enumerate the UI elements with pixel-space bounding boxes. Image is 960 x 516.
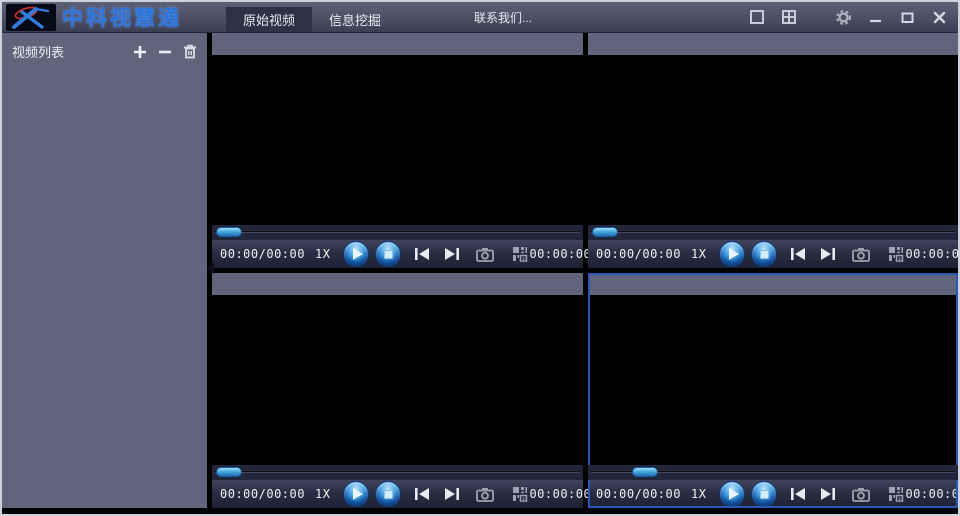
contact-us-link[interactable]: 联系我们... bbox=[474, 9, 532, 26]
close-icon[interactable] bbox=[931, 9, 948, 26]
play-button[interactable] bbox=[343, 241, 370, 267]
panel-title-bar bbox=[212, 273, 583, 295]
video-panel-1[interactable]: 00:00/00:00 1X 00:00:00 bbox=[212, 33, 591, 268]
position-time: 00:00/00:00 bbox=[596, 247, 681, 261]
clip-capture-icon[interactable] bbox=[511, 246, 529, 262]
seek-thumb[interactable] bbox=[216, 227, 242, 237]
maximize-icon[interactable] bbox=[899, 9, 916, 26]
panel-title-bar bbox=[212, 33, 583, 55]
speed-label: 1X bbox=[314, 247, 331, 261]
video-list-title: 视频列表 bbox=[12, 45, 65, 60]
video-list-actions bbox=[133, 44, 197, 59]
skip-back-button[interactable] bbox=[413, 486, 431, 502]
play-icon bbox=[728, 248, 739, 260]
position-time: 00:00/00:00 bbox=[220, 487, 305, 501]
video-display[interactable] bbox=[588, 295, 958, 465]
video-grid: 00:00/00:00 1X 00:00:00 00:00/00:00 1X 0… bbox=[212, 33, 958, 514]
play-icon bbox=[352, 488, 363, 500]
video-display[interactable] bbox=[212, 55, 583, 225]
speed-label: 1X bbox=[690, 487, 707, 501]
stop-button[interactable] bbox=[375, 241, 402, 267]
playback-controls: 00:00/00:00 1X 00: bbox=[212, 480, 591, 508]
settings-gear-icon[interactable] bbox=[835, 9, 852, 26]
video-panel-4[interactable]: 00:00/00:00 1X 00:00:0 bbox=[588, 273, 958, 508]
remove-video-icon[interactable] bbox=[158, 45, 172, 59]
title-bar: 中科视慧通 原始视频 信息挖掘 联系我们... bbox=[2, 2, 958, 33]
play-button[interactable] bbox=[343, 481, 370, 507]
clip-capture-icon[interactable] bbox=[887, 486, 905, 502]
video-display[interactable] bbox=[588, 55, 958, 225]
skip-forward-button[interactable] bbox=[443, 246, 461, 262]
app-logo-icon bbox=[6, 3, 56, 31]
tab-original-video[interactable]: 原始视频 bbox=[226, 7, 313, 32]
window-controls bbox=[748, 9, 948, 26]
play-button[interactable] bbox=[719, 481, 746, 507]
main-area: 视频列表 00:00/00:00 1X 00:00:00 00:00/00:00… bbox=[2, 33, 958, 514]
seek-bar[interactable] bbox=[212, 465, 583, 480]
stop-icon bbox=[759, 249, 769, 259]
stop-button[interactable] bbox=[375, 481, 402, 507]
minimize-icon[interactable] bbox=[867, 9, 884, 26]
video-panel-3[interactable]: 00:00/00:00 1X 00:00:00 bbox=[212, 273, 591, 508]
seek-thumb[interactable] bbox=[632, 467, 658, 477]
elapsed-clock: 00:00:00 bbox=[905, 247, 960, 261]
video-panel-2[interactable]: 00:00/00:00 1X 00:00:0 bbox=[588, 33, 958, 268]
stop-icon bbox=[383, 489, 393, 499]
skip-back-button[interactable] bbox=[413, 246, 431, 262]
video-list-header: 视频列表 bbox=[2, 33, 207, 61]
app-title: 中科视慧通 bbox=[62, 7, 182, 30]
stop-button[interactable] bbox=[751, 481, 778, 507]
quad-view-icon[interactable] bbox=[780, 9, 797, 26]
seek-track bbox=[215, 231, 580, 233]
clip-capture-icon[interactable] bbox=[887, 246, 905, 262]
skip-forward-button[interactable] bbox=[819, 486, 837, 502]
playback-controls: 00:00/00:00 1X 00: bbox=[212, 240, 591, 268]
add-video-icon[interactable] bbox=[133, 45, 147, 59]
skip-back-button[interactable] bbox=[789, 246, 807, 262]
play-icon bbox=[728, 488, 739, 500]
position-time: 00:00/00:00 bbox=[596, 487, 681, 501]
trash-icon[interactable] bbox=[183, 44, 197, 59]
clip-capture-icon[interactable] bbox=[511, 486, 529, 502]
video-list-sidebar: 视频列表 bbox=[2, 33, 207, 508]
snapshot-camera-icon[interactable] bbox=[475, 486, 495, 502]
seek-thumb[interactable] bbox=[216, 467, 242, 477]
tab-info-mining[interactable]: 信息挖掘 bbox=[312, 7, 398, 32]
snapshot-camera-icon[interactable] bbox=[851, 246, 871, 262]
snapshot-camera-icon[interactable] bbox=[475, 246, 495, 262]
video-display[interactable] bbox=[212, 295, 583, 465]
elapsed-clock: 00:00:00 bbox=[529, 247, 592, 261]
playback-controls: 00:00/00:00 1X 00: bbox=[588, 240, 958, 268]
stop-icon bbox=[759, 489, 769, 499]
skip-forward-button[interactable] bbox=[443, 486, 461, 502]
seek-track bbox=[215, 471, 580, 473]
snapshot-camera-icon[interactable] bbox=[851, 486, 871, 502]
seek-track bbox=[591, 231, 955, 233]
panel-title-bar bbox=[588, 33, 958, 55]
elapsed-clock: 00:00:00 bbox=[529, 487, 592, 501]
position-time: 00:00/00:00 bbox=[220, 247, 305, 261]
main-tabs: 原始视频 信息挖掘 bbox=[226, 2, 398, 32]
play-button[interactable] bbox=[719, 241, 746, 267]
seek-thumb[interactable] bbox=[592, 227, 618, 237]
seek-bar[interactable] bbox=[212, 225, 583, 240]
sidebar-collapse-arrow-icon[interactable] bbox=[207, 262, 214, 274]
speed-label: 1X bbox=[690, 247, 707, 261]
playback-controls: 00:00/00:00 1X 00: bbox=[588, 480, 958, 508]
seek-bar[interactable] bbox=[588, 225, 958, 240]
panel-title-bar bbox=[588, 273, 958, 295]
stop-button[interactable] bbox=[751, 241, 778, 267]
skip-forward-button[interactable] bbox=[819, 246, 837, 262]
play-icon bbox=[352, 248, 363, 260]
single-view-icon[interactable] bbox=[748, 9, 765, 26]
speed-label: 1X bbox=[314, 487, 331, 501]
elapsed-clock: 00:00:00 bbox=[905, 487, 960, 501]
skip-back-button[interactable] bbox=[789, 486, 807, 502]
app-window: 中科视慧通 原始视频 信息挖掘 联系我们... 视频列表 00:00/00:00… bbox=[0, 0, 960, 516]
stop-icon bbox=[383, 249, 393, 259]
seek-bar[interactable] bbox=[588, 465, 958, 480]
